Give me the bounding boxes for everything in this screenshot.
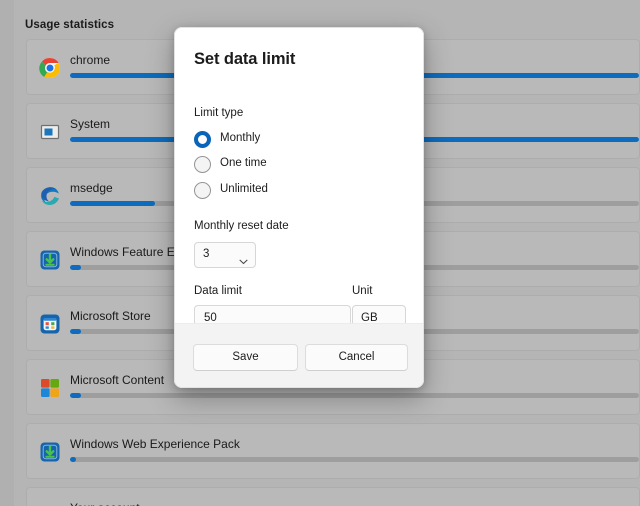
system-display-icon	[39, 121, 61, 143]
usage-item-name: System	[70, 117, 110, 131]
usage-progress-bar	[70, 457, 639, 462]
usage-progress-fill	[70, 329, 81, 334]
radio-option-label: One time	[220, 157, 267, 169]
monthly-reset-date-value: 3	[203, 248, 209, 260]
radio-selected-icon	[194, 131, 211, 148]
usage-item-name: Microsoft Store	[70, 309, 151, 323]
settings-data-usage-screen: Usage statistics chrome System msedge Windo…	[0, 0, 640, 506]
set-data-limit-dialog: Set data limit Limit type Monthly One ti…	[174, 27, 424, 388]
usage-list-item[interactable]: Windows Web Experience Pack	[26, 423, 640, 479]
monthly-reset-date-label: Monthly reset date	[194, 220, 289, 232]
usage-progress-bar	[70, 393, 639, 398]
radio-option-label: Monthly	[220, 132, 260, 144]
dialog-body: Set data limit Limit type Monthly One ti…	[175, 28, 423, 323]
cancel-button[interactable]: Cancel	[305, 344, 408, 371]
microsoft-logo-icon	[39, 377, 61, 399]
microsoft-store-icon	[39, 313, 61, 335]
usage-progress-fill	[70, 201, 155, 206]
usage-item-name: chrome	[70, 53, 110, 67]
dialog-title: Set data limit	[194, 50, 295, 69]
usage-progress-fill	[70, 393, 81, 398]
radio-option-label: Unlimited	[220, 183, 268, 195]
monthly-reset-date-dropdown[interactable]: 3	[194, 242, 256, 268]
limit-type-label: Limit type	[194, 107, 243, 119]
windows-download-icon	[39, 249, 61, 271]
radio-unselected-icon	[194, 156, 211, 173]
windows-download-icon	[39, 441, 61, 463]
usage-item-name: msedge	[70, 181, 113, 195]
radio-unselected-icon	[194, 182, 211, 199]
save-button[interactable]: Save	[193, 344, 298, 371]
usage-progress-fill	[70, 265, 81, 270]
dialog-footer: Save Cancel	[175, 323, 423, 388]
usage-item-name: Windows Web Experience Pack	[70, 437, 240, 451]
usage-list-item[interactable]: Your account	[26, 487, 640, 506]
data-limit-label: Data limit	[194, 285, 242, 297]
chevron-down-icon	[239, 252, 248, 258]
page-title: Usage statistics	[25, 19, 114, 31]
chrome-icon	[39, 57, 61, 79]
usage-item-name: Your account	[70, 501, 140, 506]
unit-label: Unit	[352, 285, 372, 297]
edge-icon	[39, 185, 61, 207]
usage-item-name: Microsoft Content	[70, 373, 164, 387]
page-left-gutter	[0, 0, 14, 506]
usage-progress-fill	[70, 457, 76, 462]
